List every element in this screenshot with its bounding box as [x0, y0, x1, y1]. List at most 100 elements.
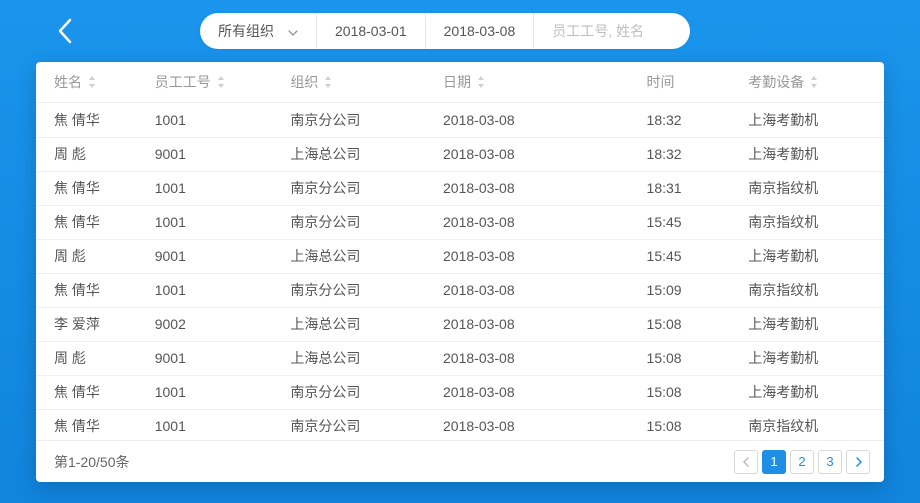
cell-name: 周 彪: [36, 341, 155, 375]
table-row[interactable]: 周 彪9001上海总公司2018-03-0818:32上海考勤机: [36, 137, 884, 171]
page-button-3[interactable]: 3: [818, 450, 842, 474]
page-button-1[interactable]: 1: [762, 450, 786, 474]
cell-device: 南京指纹机: [748, 171, 884, 205]
cell-date: 2018-03-08: [443, 205, 647, 239]
cell-name: 焦 倩华: [36, 409, 155, 440]
table-row[interactable]: 焦 倩华1001南京分公司2018-03-0815:08上海考勤机: [36, 375, 884, 409]
table-row[interactable]: 焦 倩华1001南京分公司2018-03-0818:32上海考勤机: [36, 103, 884, 137]
date-to-value: 2018-03-08: [444, 23, 516, 39]
search-field-wrapper: [534, 13, 690, 49]
org-select[interactable]: 所有组织: [200, 13, 317, 49]
table-scroll[interactable]: 焦 倩华1001南京分公司2018-03-0818:32上海考勤机周 彪9001…: [36, 102, 884, 440]
cell-device: 上海考勤机: [748, 239, 884, 273]
cell-date: 2018-03-08: [443, 409, 647, 440]
cell-date: 2018-03-08: [443, 103, 647, 137]
col-header-device[interactable]: 考勤设备: [748, 62, 884, 102]
page-prev-button[interactable]: [734, 450, 758, 474]
table-row[interactable]: 李 爱萍9002上海总公司2018-03-0815:08上海考勤机: [36, 307, 884, 341]
cell-org: 南京分公司: [290, 171, 443, 205]
cell-org: 南京分公司: [290, 103, 443, 137]
chevron-left-icon: [57, 18, 73, 44]
sort-icon: [324, 75, 332, 91]
cell-org: 上海总公司: [290, 341, 443, 375]
date-to-input[interactable]: 2018-03-08: [426, 13, 535, 49]
sort-icon: [88, 75, 96, 91]
cell-date: 2018-03-08: [443, 137, 647, 171]
page-next-button[interactable]: [846, 450, 870, 474]
date-from-value: 2018-03-01: [335, 23, 407, 39]
cell-org: 南京分公司: [290, 205, 443, 239]
cell-date: 2018-03-08: [443, 273, 647, 307]
attendance-card: 姓名 员工工号 组织 日期 时间 考勤设备 焦 倩华1001南京分公司2018-…: [36, 62, 884, 482]
filter-bar: 所有组织 2018-03-01 2018-03-08: [200, 13, 690, 49]
org-select-label: 所有组织: [218, 21, 274, 41]
cell-date: 2018-03-08: [443, 375, 647, 409]
table-row[interactable]: 周 彪9001上海总公司2018-03-0815:45上海考勤机: [36, 239, 884, 273]
cell-name: 周 彪: [36, 239, 155, 273]
cell-name: 焦 倩华: [36, 205, 155, 239]
cell-date: 2018-03-08: [443, 341, 647, 375]
cell-org: 南京分公司: [290, 273, 443, 307]
cell-org: 南京分公司: [290, 409, 443, 440]
cell-time: 15:08: [647, 341, 749, 375]
cell-device: 上海考勤机: [748, 307, 884, 341]
back-button[interactable]: [50, 16, 80, 46]
cell-name: 李 爱萍: [36, 307, 155, 341]
chevron-down-icon: [288, 23, 298, 39]
pagination-info: 第1-20/50条: [54, 452, 129, 472]
cell-emp_no: 1001: [155, 103, 291, 137]
cell-time: 18:32: [647, 137, 749, 171]
table-row[interactable]: 焦 倩华1001南京分公司2018-03-0818:31南京指纹机: [36, 171, 884, 205]
cell-emp_no: 1001: [155, 375, 291, 409]
cell-device: 南京指纹机: [748, 273, 884, 307]
col-header-org[interactable]: 组织: [290, 62, 443, 102]
sort-icon: [810, 75, 818, 91]
cell-time: 15:45: [647, 239, 749, 273]
chevron-right-icon: [855, 457, 862, 467]
cell-time: 15:08: [647, 409, 749, 440]
cell-org: 上海总公司: [290, 137, 443, 171]
col-header-time[interactable]: 时间: [647, 62, 749, 102]
cell-emp_no: 1001: [155, 273, 291, 307]
cell-emp_no: 1001: [155, 205, 291, 239]
cell-date: 2018-03-08: [443, 307, 647, 341]
cell-name: 焦 倩华: [36, 273, 155, 307]
cell-emp_no: 1001: [155, 171, 291, 205]
cell-emp_no: 9001: [155, 239, 291, 273]
cell-time: 15:08: [647, 375, 749, 409]
sort-icon: [217, 75, 225, 91]
cell-org: 上海总公司: [290, 239, 443, 273]
col-header-empno[interactable]: 员工工号: [155, 62, 291, 102]
table-row[interactable]: 周 彪9001上海总公司2018-03-0815:08上海考勤机: [36, 341, 884, 375]
table-row[interactable]: 焦 倩华1001南京分公司2018-03-0815:09南京指纹机: [36, 273, 884, 307]
cell-emp_no: 1001: [155, 409, 291, 440]
col-header-name[interactable]: 姓名: [36, 62, 155, 102]
chevron-left-icon: [743, 457, 750, 467]
cell-device: 上海考勤机: [748, 375, 884, 409]
date-from-input[interactable]: 2018-03-01: [317, 13, 426, 49]
cell-date: 2018-03-08: [443, 171, 647, 205]
attendance-table-body: 焦 倩华1001南京分公司2018-03-0818:32上海考勤机周 彪9001…: [36, 103, 884, 440]
search-input[interactable]: [552, 23, 672, 39]
cell-device: 上海考勤机: [748, 341, 884, 375]
cell-date: 2018-03-08: [443, 239, 647, 273]
table-footer: 第1-20/50条 123: [36, 440, 884, 482]
cell-name: 周 彪: [36, 137, 155, 171]
cell-emp_no: 9001: [155, 341, 291, 375]
cell-name: 焦 倩华: [36, 103, 155, 137]
col-header-date[interactable]: 日期: [443, 62, 647, 102]
table-row[interactable]: 焦 倩华1001南京分公司2018-03-0815:08南京指纹机: [36, 409, 884, 440]
cell-org: 上海总公司: [290, 307, 443, 341]
cell-name: 焦 倩华: [36, 171, 155, 205]
cell-device: 上海考勤机: [748, 103, 884, 137]
cell-time: 15:08: [647, 307, 749, 341]
cell-org: 南京分公司: [290, 375, 443, 409]
attendance-table-head: 姓名 员工工号 组织 日期 时间 考勤设备: [36, 62, 884, 102]
cell-device: 南京指纹机: [748, 409, 884, 440]
cell-device: 上海考勤机: [748, 137, 884, 171]
page-button-2[interactable]: 2: [790, 450, 814, 474]
cell-name: 焦 倩华: [36, 375, 155, 409]
cell-time: 18:32: [647, 103, 749, 137]
cell-time: 15:45: [647, 205, 749, 239]
table-row[interactable]: 焦 倩华1001南京分公司2018-03-0815:45南京指纹机: [36, 205, 884, 239]
